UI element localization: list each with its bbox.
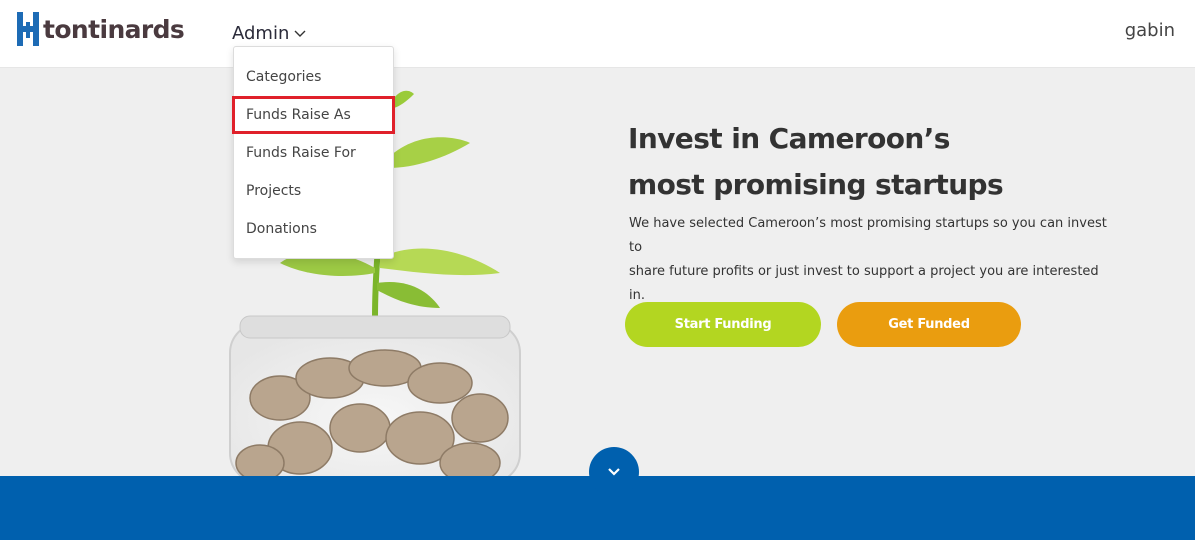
hero-subtitle: We have selected Cameroon’s most promisi… [629, 212, 1109, 308]
admin-menu-toggle[interactable]: Admin [232, 20, 306, 46]
menu-item-categories[interactable]: Categories [234, 58, 393, 96]
top-navbar: tontinards Admin gabin [0, 0, 1195, 68]
admin-dropdown-menu: Categories Funds Raise As Funds Raise Fo… [232, 46, 395, 259]
menu-item-funds-raise-for[interactable]: Funds Raise For [234, 134, 393, 172]
scroll-down-button[interactable] [589, 447, 639, 497]
hero-section: Invest in Cameroon’s most promising star… [0, 68, 1195, 476]
chevron-down-icon [294, 30, 306, 37]
start-funding-button[interactable]: Start Funding [625, 302, 821, 347]
menu-item-donations[interactable]: Donations [234, 210, 393, 248]
hero-title-line-2: most promising startups [628, 168, 1004, 201]
hero-subtitle-line-1: We have selected Cameroon’s most promisi… [629, 216, 1107, 255]
user-menu[interactable]: gabin [1125, 20, 1175, 41]
brand-name: tontinards [43, 14, 185, 44]
hero-title-line-1: Invest in Cameroon’s [628, 122, 950, 155]
tontinards-logo-icon [17, 12, 39, 46]
get-funded-button[interactable]: Get Funded [837, 302, 1021, 347]
hero-title: Invest in Cameroon’s most promising star… [628, 116, 1088, 208]
brand-logo[interactable]: tontinards [17, 11, 185, 47]
admin-menu-label: Admin [232, 22, 290, 44]
chevron-down-icon [608, 468, 620, 476]
menu-item-projects[interactable]: Projects [234, 172, 393, 210]
menu-item-funds-raise-as[interactable]: Funds Raise As [232, 96, 395, 134]
hero-subtitle-line-2: share future profits or just invest to s… [629, 264, 1099, 303]
